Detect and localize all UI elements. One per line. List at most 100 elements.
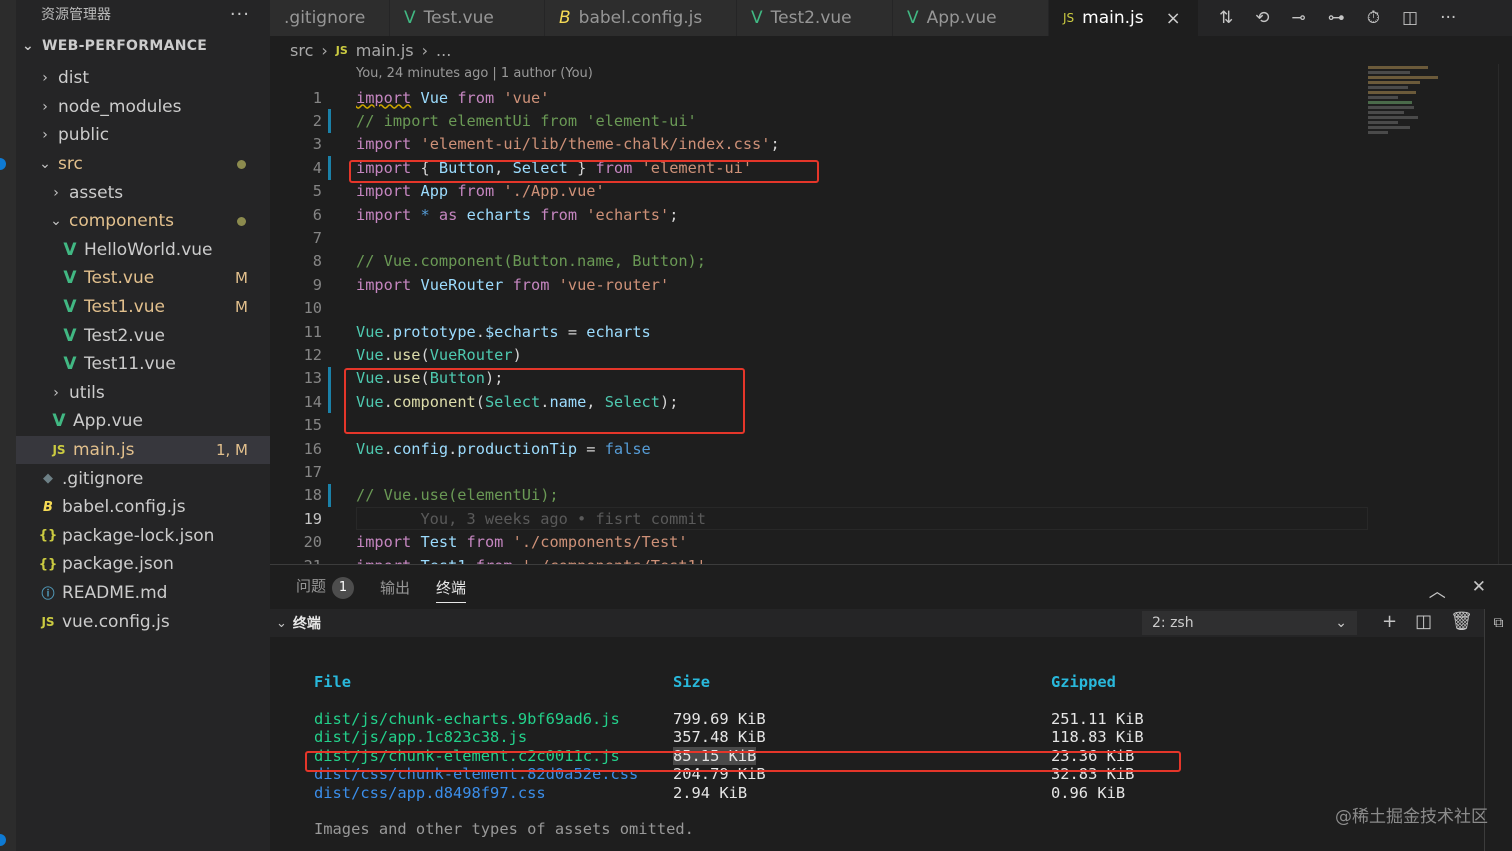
breadcrumb-symbol[interactable]: ...: [436, 41, 451, 60]
chevron-right-icon: ›: [42, 70, 48, 87]
tab-app-vue[interactable]: V App.vue: [893, 0, 1049, 36]
tab-test2-vue[interactable]: V Test2.vue: [737, 0, 893, 36]
code-token: // Vue.component(Button.name, Button);: [356, 252, 706, 271]
chevron-down-icon: ⌄: [39, 156, 51, 173]
file-tree-item[interactable]: ⌄ src: [16, 150, 270, 179]
code-line[interactable]: 6 import * as echarts from 'echarts';: [270, 203, 780, 226]
code-line[interactable]: 1 import Vue from 'vue': [270, 86, 780, 109]
code-line[interactable]: 8 // Vue.component(Button.name, Button);: [270, 250, 780, 273]
code-token: from: [512, 275, 550, 294]
file-tree-item[interactable]: ⌄ components: [16, 207, 270, 236]
tab-babel-config-js[interactable]: Bbabel.config.js: [545, 0, 737, 36]
file-tree-item[interactable]: JS main.js 1, M: [16, 435, 270, 465]
code-line[interactable]: 18 // Vue.use(elementUi);: [270, 483, 780, 508]
file-tree-item[interactable]: V Test.vue M: [16, 264, 270, 293]
trash-icon[interactable]: 🗑: [1450, 611, 1473, 632]
code-line[interactable]: 3 import 'element-ui/lib/theme-chalk/inde…: [270, 133, 780, 156]
git-change-marker[interactable]: [328, 109, 331, 133]
file-tree-item[interactable]: V App.vue: [16, 407, 270, 436]
code-line[interactable]: 2 // import elementUi from 'element-ui': [270, 109, 780, 133]
file-tree-label: babel.config.js: [62, 497, 186, 518]
editor-tabs: .gitignore V Test.vue Bbabel.config.js V Test…: [270, 0, 1512, 36]
file-tree-item[interactable]: V Test2.vue: [16, 321, 270, 350]
file-tree-item[interactable]: {} package-lock.json: [16, 522, 270, 551]
tab--gitignore[interactable]: .gitignore: [270, 0, 390, 36]
shell-select[interactable]: 2: zsh ⌄: [1142, 611, 1357, 635]
code-line[interactable]: 20 import Test from './components/Test': [270, 530, 780, 553]
tab-label: Test2.vue: [770, 8, 852, 28]
git-timeline-icon[interactable]: ⟲: [1255, 8, 1269, 28]
file-tree-item[interactable]: V Test1.vue M: [16, 293, 270, 322]
shell-select-value: 2: zsh: [1152, 615, 1194, 631]
activity-indicator: [0, 158, 6, 170]
codelens-author[interactable]: You, 24 minutes ago | 1 author (You): [356, 66, 593, 81]
chevron-down-icon[interactable]: ⌄: [276, 616, 287, 631]
history-icon[interactable]: ⏱: [1367, 8, 1380, 28]
code-line[interactable]: 11 Vue. prototype. $echarts = echarts: [270, 320, 780, 343]
tab-main-js[interactable]: JS main.js ×: [1049, 0, 1199, 36]
project-root[interactable]: ⌄ WEB-PERFORMANCE: [16, 28, 270, 64]
panel-tab[interactable]: 终端: [436, 577, 467, 603]
minimap[interactable]: [1368, 64, 1498, 184]
compare-changes-icon[interactable]: ⇅: [1219, 8, 1233, 28]
code-line[interactable]: 16 Vue. config. productionTip = false: [270, 437, 780, 460]
file-tree-item[interactable]: V HelloWorld.vue: [16, 236, 270, 265]
file-tree-item[interactable]: › node_modules: [16, 93, 270, 122]
file-tree-item[interactable]: ◆ .gitignore: [16, 464, 270, 493]
code-token: import: [356, 88, 412, 107]
file-tree-item[interactable]: › dist: [16, 64, 270, 93]
file-tree-item[interactable]: JS vue.config.js: [16, 607, 270, 636]
file-tree-item[interactable]: Bbabel.config.js: [16, 493, 270, 522]
gutter: [322, 554, 356, 564]
code-line[interactable]: 7: [270, 226, 780, 249]
git-change-marker[interactable]: [328, 366, 331, 391]
maximize-panel-icon[interactable]: ︿: [1429, 577, 1446, 602]
tab-test-vue[interactable]: V Test.vue: [390, 0, 545, 36]
git-change-marker[interactable]: [328, 156, 331, 180]
close-panel-icon[interactable]: ✕: [1472, 577, 1486, 602]
breadcrumb-folder[interactable]: src: [290, 41, 313, 60]
code-line[interactable]: 5 import App from './App.vue': [270, 180, 780, 203]
code-token: ;: [669, 205, 679, 224]
file-tree-label: utils: [69, 382, 105, 403]
close-icon[interactable]: ×: [1166, 8, 1181, 29]
git-change-marker[interactable]: [328, 483, 331, 508]
next-change-icon[interactable]: ⊶: [1328, 8, 1345, 28]
code-lines[interactable]: 1 import Vue from 'vue' 2 // import element…: [270, 86, 1368, 565]
split-terminal-icon[interactable]: ⧉: [1485, 615, 1512, 631]
vue-file-icon: V: [751, 8, 763, 28]
panel-tab[interactable]: 输出: [380, 577, 410, 598]
code-token: Vue: [356, 322, 384, 341]
line-number: 13: [303, 369, 322, 388]
panel-tab[interactable]: 问题 1: [296, 575, 355, 599]
code-line[interactable]: 10: [270, 297, 780, 320]
file-tree-item[interactable]: › assets: [16, 178, 270, 207]
code-line[interactable]: 9 import VueRouter from 'vue-router': [270, 273, 780, 296]
code-line[interactable]: 21 import Test1 from './components/Test1': [270, 554, 780, 565]
file-tree-item[interactable]: V Test11.vue: [16, 350, 270, 379]
breadcrumb-file[interactable]: main.js: [356, 41, 414, 60]
more-icon[interactable]: ···: [230, 4, 250, 25]
file-tree-item[interactable]: {} package.json: [16, 550, 270, 579]
file-tree-item[interactable]: › utils: [16, 379, 270, 408]
editor-scrollbar[interactable]: [1498, 64, 1512, 564]
split-editor-icon[interactable]: ◫: [1402, 8, 1418, 28]
code-line[interactable]: 17: [270, 460, 780, 483]
code-token: import: [356, 557, 411, 565]
file-tree-item[interactable]: › public: [16, 121, 270, 150]
project-name: WEB-PERFORMANCE: [42, 38, 208, 54]
new-terminal-icon[interactable]: +: [1382, 611, 1397, 632]
code-line[interactable]: 19 You, 3 weeks ago • fisrt commit: [270, 507, 1368, 531]
code-line[interactable]: 12 Vue. use(VueRouter): [270, 343, 780, 366]
file-tree-item[interactable]: ⓘ README.md: [16, 579, 270, 608]
line-number: 21: [270, 557, 322, 565]
split-terminal-icon[interactable]: ◫: [1415, 611, 1432, 632]
more-icon[interactable]: ···: [1440, 8, 1456, 28]
git-change-marker[interactable]: [328, 390, 331, 414]
header-file: File: [314, 673, 352, 691]
code-editor[interactable]: You, 24 minutes ago | 1 author (You) 1 im…: [270, 64, 1512, 564]
previous-change-icon[interactable]: ⊸: [1292, 8, 1306, 28]
